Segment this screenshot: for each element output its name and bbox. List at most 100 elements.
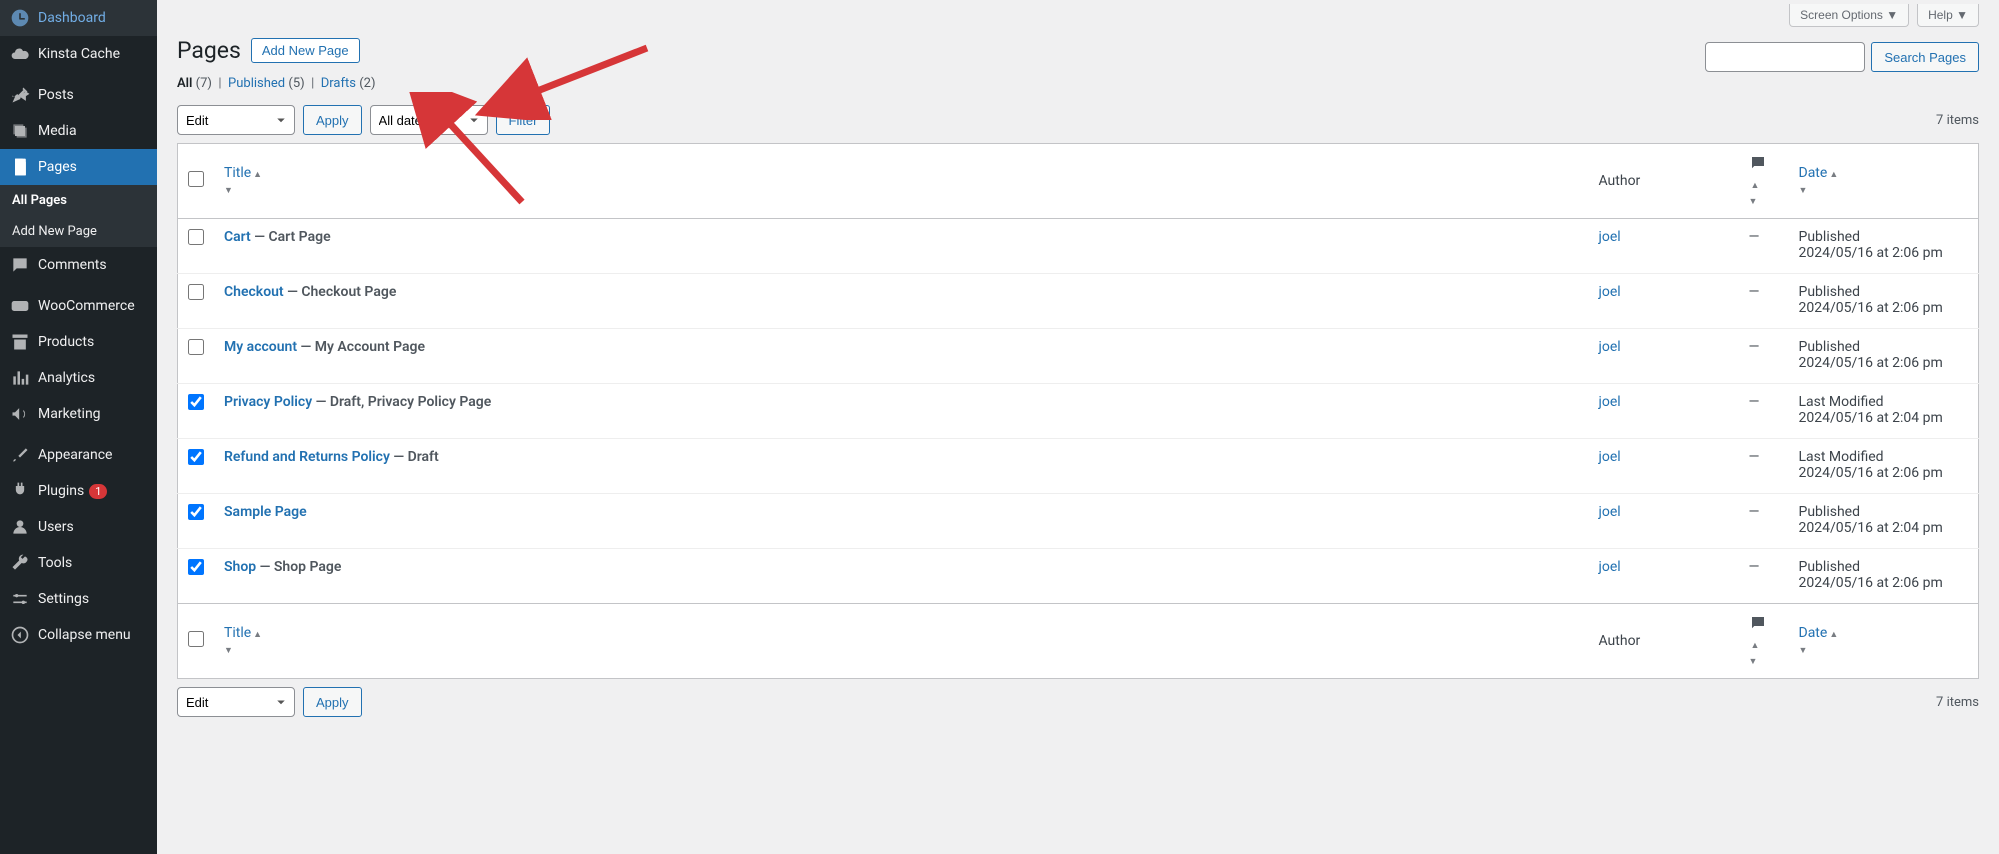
filter-drafts[interactable]: Drafts (321, 76, 356, 91)
woo-icon (10, 296, 30, 316)
bulk-action-select[interactable]: Edit (177, 105, 295, 135)
bulk-apply-button[interactable]: Apply (303, 105, 362, 135)
author-link[interactable]: joel (1599, 559, 1621, 575)
author-link[interactable]: joel (1599, 504, 1621, 520)
comments-count: — (1749, 229, 1760, 245)
chart-icon (10, 368, 30, 388)
page-state: — Checkout Page (284, 284, 397, 300)
author-link[interactable]: joel (1599, 229, 1621, 245)
sidebar-item-label: Comments (38, 257, 107, 273)
page-state: — My Account Page (297, 339, 425, 355)
filter-published[interactable]: Published (228, 76, 285, 91)
row-checkbox[interactable] (188, 449, 204, 465)
sidebar-item-label: Posts (38, 87, 74, 103)
sidebar-item-users[interactable]: Users (0, 509, 157, 545)
sidebar-item-media[interactable]: Media (0, 113, 157, 149)
sidebar-item-plugins[interactable]: Plugins1 (0, 473, 157, 509)
bulk-action-select-bottom[interactable]: Edit (177, 687, 295, 717)
sidebar-item-label: Tools (38, 555, 72, 571)
sidebar-item-marketing[interactable]: Marketing (0, 396, 157, 432)
settings-icon (10, 589, 30, 609)
column-comments-footer[interactable]: ▲▼ (1739, 604, 1789, 679)
author-link[interactable]: joel (1599, 339, 1621, 355)
date-filter-select[interactable]: All dates (370, 105, 488, 135)
date-stamp: 2024/05/16 at 2:06 pm (1799, 245, 1969, 261)
filter-all[interactable]: All (177, 76, 192, 91)
sidebar-item-label: Analytics (38, 370, 95, 386)
filter-button[interactable]: Filter (496, 105, 551, 135)
search-input[interactable] (1705, 42, 1865, 72)
sidebar-item-analytics[interactable]: Analytics (0, 360, 157, 396)
admin-sidebar: Dashboard Kinsta Cache Posts MediaPagesAll … (0, 0, 157, 854)
cloud-icon (10, 44, 30, 64)
comments-count: — (1749, 504, 1760, 520)
filter-all-label: All (177, 76, 192, 91)
sidebar-item-label: Plugins (38, 483, 84, 499)
sidebar-item-appearance[interactable]: Appearance (0, 437, 157, 473)
screen-options-button[interactable]: Screen Options ▼ (1789, 4, 1909, 27)
sidebar-item-kinsta-cache[interactable]: Kinsta Cache (0, 36, 157, 72)
archive-icon (10, 332, 30, 352)
sidebar-item-settings[interactable]: Settings (0, 581, 157, 617)
page-title-link[interactable]: Privacy Policy (224, 394, 312, 410)
select-all-checkbox-top[interactable] (188, 171, 204, 187)
column-title-footer[interactable]: Title▲▼ (214, 604, 1589, 679)
page-title-link[interactable]: My account (224, 339, 297, 355)
sidebar-subitem-add-new-page[interactable]: Add New Page (0, 216, 157, 247)
sidebar-item-products[interactable]: Products (0, 324, 157, 360)
page-title-link[interactable]: Sample Page (224, 504, 307, 520)
sidebar-item-label: WooCommerce (38, 298, 135, 314)
sidebar-item-label: Marketing (38, 406, 101, 422)
author-link[interactable]: joel (1599, 284, 1621, 300)
sidebar-item-label: Kinsta Cache (38, 46, 120, 62)
column-date-footer[interactable]: Date▲▼ (1789, 604, 1979, 679)
row-checkbox[interactable] (188, 339, 204, 355)
row-checkbox[interactable] (188, 229, 204, 245)
pin-icon (10, 85, 30, 105)
column-comments-header[interactable]: ▲▼ (1739, 144, 1789, 219)
bulk-apply-button-bottom[interactable]: Apply (303, 687, 362, 717)
sidebar-item-collapse-menu[interactable]: Collapse menu (0, 617, 157, 653)
page-title-link[interactable]: Checkout (224, 284, 284, 300)
row-checkbox[interactable] (188, 504, 204, 520)
search-box: Search Pages (1705, 42, 1979, 72)
table-row: Checkout — Checkout Pagejoel—Published20… (178, 274, 1979, 329)
sidebar-item-pages[interactable]: Pages (0, 149, 157, 185)
row-checkbox[interactable] (188, 559, 204, 575)
select-all-checkbox-bottom[interactable] (188, 631, 204, 647)
column-author-label: Author (1599, 633, 1641, 649)
date-stamp: 2024/05/16 at 2:04 pm (1799, 410, 1969, 426)
sidebar-item-woocommerce[interactable]: WooCommerce (0, 288, 157, 324)
column-date-label: Date (1799, 625, 1828, 641)
sidebar-subitem-all-pages[interactable]: All Pages (0, 185, 157, 216)
column-author-label: Author (1599, 173, 1641, 189)
page-title-link[interactable]: Refund and Returns Policy (224, 449, 390, 465)
column-author-footer: Author (1589, 604, 1739, 679)
row-checkbox[interactable] (188, 284, 204, 300)
main-content: Screen Options ▼ Help ▼ Pages Add New Pa… (157, 0, 1999, 854)
column-title-header[interactable]: Title▲▼ (214, 144, 1589, 219)
select-all-footer (178, 604, 215, 679)
row-checkbox[interactable] (188, 394, 204, 410)
search-pages-button[interactable]: Search Pages (1871, 42, 1979, 72)
column-title-label: Title (224, 625, 251, 641)
table-row: Cart — Cart Pagejoel—Published2024/05/16… (178, 219, 1979, 274)
items-count-top: 7 items (1936, 113, 1979, 128)
page-title-link[interactable]: Shop (224, 559, 256, 575)
column-author-header: Author (1589, 144, 1739, 219)
help-button[interactable]: Help ▼ (1917, 4, 1979, 27)
page-state: — Draft (390, 449, 439, 465)
user-icon (10, 517, 30, 537)
add-new-page-button[interactable]: Add New Page (251, 38, 360, 63)
column-date-header[interactable]: Date▲▼ (1789, 144, 1979, 219)
sidebar-item-comments[interactable]: Comments (0, 247, 157, 283)
author-link[interactable]: joel (1599, 394, 1621, 410)
author-link[interactable]: joel (1599, 449, 1621, 465)
page-title-link[interactable]: Cart (224, 229, 251, 245)
sidebar-item-tools[interactable]: Tools (0, 545, 157, 581)
sidebar-item-dashboard[interactable]: Dashboard (0, 0, 157, 36)
comments-count: — (1749, 339, 1760, 355)
column-title-label: Title (224, 165, 251, 181)
sidebar-item-posts[interactable]: Posts (0, 77, 157, 113)
bulk-actions: Edit Apply All dates Filter (177, 105, 550, 135)
